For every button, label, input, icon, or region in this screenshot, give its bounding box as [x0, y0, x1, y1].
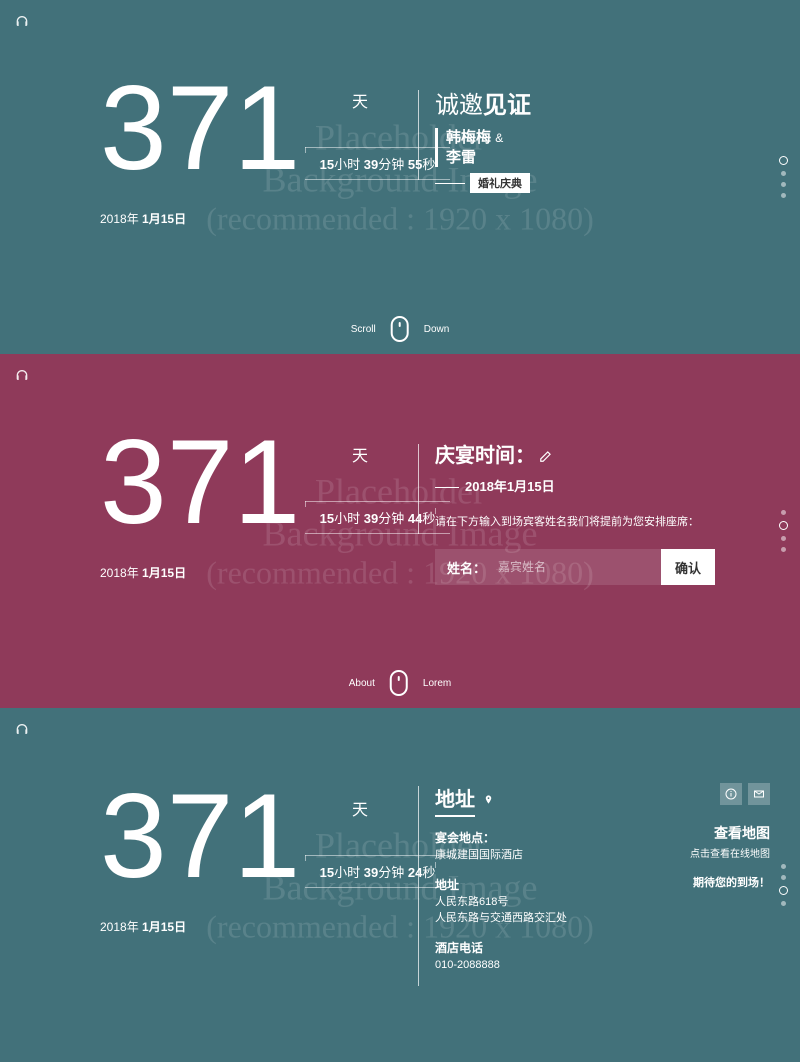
mouse-icon [390, 670, 408, 696]
time-remaining: 15小时 39分钟 44秒 [305, 501, 451, 534]
rsvp-block: 庆宴时间： 2018年1月15日 请在下方输入到场宾客姓名我们将提前为您安排座席… [435, 439, 715, 585]
event-date: 2018年 1月15日 [100, 918, 450, 935]
rsvp-instruction: 请在下方输入到场宾客姓名我们将提前为您安排座席： [435, 513, 715, 529]
day-unit: 天 [352, 88, 368, 112]
headphone-icon[interactable] [14, 368, 30, 389]
countdown-1: 371 天 15小时 39分钟 55秒 2018年 1月15日 [100, 68, 450, 227]
rsvp-date: 2018年1月15日 [435, 476, 715, 495]
rsvp-section: Placeholder Background Image (recommende… [0, 354, 800, 708]
section-nav-dots[interactable] [781, 504, 788, 558]
address-block: 地址 宴会地点： 康城建国国际酒店 地址 人民东路618号 人民东路与交通西路交… [435, 783, 567, 973]
phone-item: 酒店电话 010-2088888 [435, 939, 567, 974]
rsvp-heading: 庆宴时间： [435, 439, 715, 468]
event-date: 2018年 1月15日 [100, 564, 450, 581]
addr-item: 地址 人民东路618号 人民东路与交通西路交汇处 [435, 876, 567, 927]
confirm-button[interactable]: 确认 [661, 549, 715, 585]
name-label: 姓名： [435, 558, 498, 577]
day-unit: 天 [352, 796, 368, 820]
days-number: 371 [100, 68, 300, 188]
headphone-icon[interactable] [14, 14, 30, 35]
time-remaining: 15小时 39分钟 24秒 [305, 855, 451, 888]
expect-text: 期待您的到场！ [690, 874, 770, 890]
headphone-icon[interactable] [14, 722, 30, 743]
event-date: 2018年 1月15日 [100, 210, 450, 227]
vertical-divider [418, 444, 419, 534]
edit-icon[interactable] [539, 445, 553, 468]
time-remaining: 15小时 39分钟 55秒 [305, 147, 451, 180]
ceremony-badge: 婚礼庆典 [470, 173, 530, 193]
couple-names: 韩梅梅 & 李雷 [435, 128, 531, 167]
mail-icon[interactable] [748, 783, 770, 805]
days-number: 371 [100, 422, 300, 542]
ceremony-badge-row: 婚礼庆典 [435, 173, 531, 193]
section-nav-dots[interactable] [781, 858, 788, 912]
address-heading: 地址 [435, 783, 567, 817]
scroll-indicator[interactable]: About Lorem [349, 670, 452, 696]
pin-icon [483, 793, 494, 811]
venue-item: 宴会地点： 康城建国国际酒店 [435, 829, 567, 864]
invitation-block: 诚邀见证 韩梅梅 & 李雷 婚礼庆典 [435, 85, 531, 193]
map-sub[interactable]: 点击查看在线地图 [690, 845, 770, 860]
scroll-indicator[interactable]: Scroll Down [351, 316, 450, 342]
vertical-divider [418, 786, 419, 986]
address-section: Placeholder Background Image (recommende… [0, 708, 800, 1062]
countdown-3: 371 天 15小时 39分钟 24秒 2018年 1月15日 [100, 776, 450, 935]
hero-section: Placeholder Background Image (recommende… [0, 0, 800, 354]
countdown-2: 371 天 15小时 39分钟 44秒 2018年 1月15日 [100, 422, 450, 581]
days-number: 371 [100, 776, 300, 896]
day-unit: 天 [352, 442, 368, 466]
map-block: 查看地图 点击查看在线地图 期待您的到场！ [690, 783, 770, 890]
section-nav-dots[interactable] [781, 150, 788, 204]
name-input-row: 姓名： 确认 [435, 549, 715, 585]
info-icon[interactable] [720, 783, 742, 805]
mouse-icon [391, 316, 409, 342]
map-title[interactable]: 查看地图 [690, 823, 770, 843]
vertical-divider [418, 90, 419, 180]
guest-name-input[interactable] [498, 560, 661, 574]
invite-heading: 诚邀见证 [435, 85, 531, 120]
